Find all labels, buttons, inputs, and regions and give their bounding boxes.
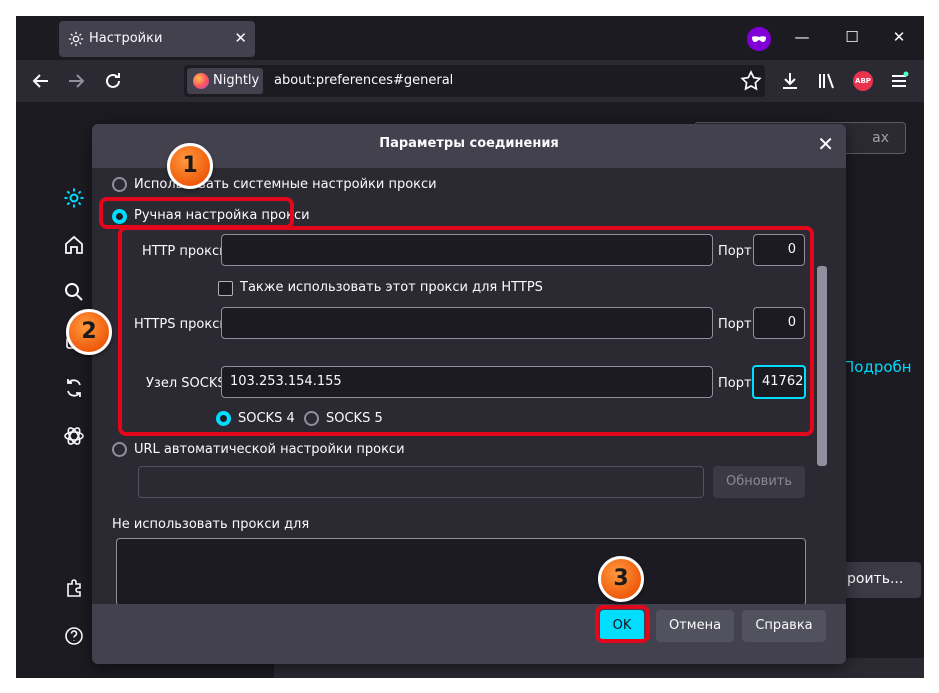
nightly-logo-icon	[193, 73, 209, 89]
minimize-button[interactable]: —	[792, 28, 812, 46]
nav-toolbar: Nightly about:preferences#general ABP	[16, 60, 924, 102]
adblock-plus-icon[interactable]: ABP	[853, 71, 873, 91]
step-1-marker: 1	[167, 143, 213, 189]
tab-settings[interactable]: Настройки ✕	[59, 21, 255, 57]
dialog-scrollbar[interactable]	[815, 176, 829, 604]
experiments-atom-icon[interactable]	[62, 424, 86, 448]
close-window-button[interactable]: ✕	[889, 28, 909, 46]
system-proxy-radio[interactable]	[112, 177, 127, 192]
bookmark-star-icon[interactable]	[739, 69, 763, 93]
auto-url-radio[interactable]	[112, 442, 127, 457]
step-3-marker: 3	[598, 556, 644, 602]
highlight-proxy-fields	[118, 226, 814, 436]
network-settings-button[interactable]: роить...	[835, 562, 921, 598]
library-icon[interactable]	[815, 69, 839, 93]
reload-pac-button[interactable]: Обновить	[713, 466, 805, 498]
close-tab-icon[interactable]: ✕	[234, 29, 247, 47]
browser-name: Nightly	[213, 73, 260, 88]
help-button[interactable]: Справка	[742, 610, 826, 642]
search-placeholder: ах	[872, 130, 889, 146]
scrollbar-thumb[interactable]	[817, 266, 827, 466]
downloads-icon[interactable]	[778, 69, 802, 93]
maximize-button[interactable]: ☐	[842, 28, 862, 46]
home-icon[interactable]	[62, 233, 86, 257]
reload-icon[interactable]	[101, 69, 125, 93]
url-text: about:preferences#general	[274, 73, 454, 88]
highlight-manual-proxy	[99, 197, 294, 229]
extensions-puzzle-icon[interactable]	[62, 576, 86, 600]
cancel-button[interactable]: Отмена	[656, 610, 734, 642]
sync-icon[interactable]	[62, 376, 86, 400]
url-bar[interactable]: Nightly about:preferences#general	[184, 65, 765, 97]
help-question-icon[interactable]	[62, 624, 86, 648]
gear-icon	[68, 31, 84, 47]
private-browsing-mask-icon	[747, 27, 771, 51]
close-dialog-icon[interactable]: ✕	[817, 132, 834, 156]
tab-title: Настройки	[89, 31, 163, 46]
forward-arrow-icon[interactable]	[64, 69, 88, 93]
auto-url-input[interactable]	[138, 466, 704, 498]
step-2-marker: 2	[66, 309, 112, 355]
no-proxy-label: Не использовать прокси для	[112, 517, 310, 532]
no-proxy-textarea[interactable]	[116, 538, 806, 604]
back-arrow-icon[interactable]	[29, 69, 53, 93]
auto-url-label: URL автоматической настройки прокси	[134, 442, 405, 457]
highlight-ok-button	[595, 605, 650, 643]
search-icon[interactable]	[62, 280, 86, 304]
menu-hamburger-icon[interactable]	[887, 69, 911, 93]
identity-box[interactable]: Nightly	[187, 68, 263, 94]
learn-more-link[interactable]: Подробн	[843, 358, 912, 376]
network-settings-label: роить...	[847, 571, 904, 587]
general-gear-icon[interactable]	[62, 186, 86, 210]
tab-strip: Настройки ✕ — ☐ ✕	[16, 16, 924, 60]
